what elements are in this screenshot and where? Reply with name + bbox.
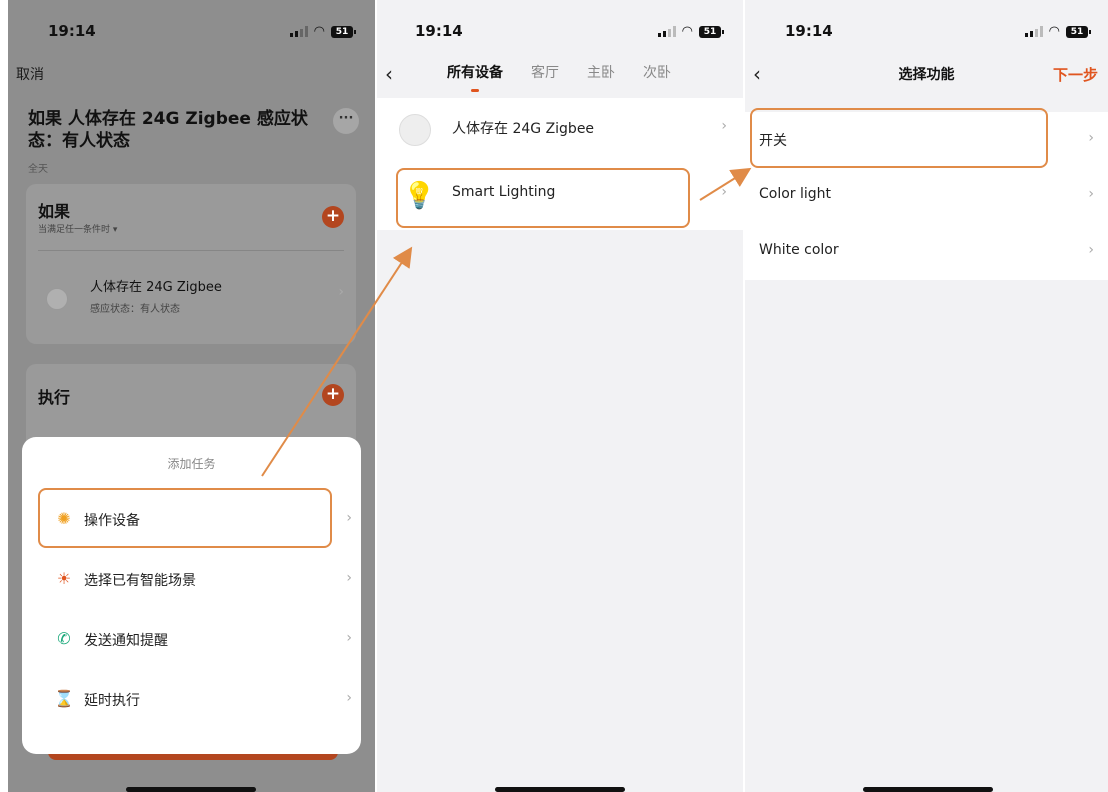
- chevron-right-icon: ›: [1088, 130, 1094, 146]
- chevron-right-icon: ›: [721, 184, 727, 200]
- chevron-right-icon: ›: [338, 284, 344, 300]
- highlight-switch-function: [750, 108, 1048, 168]
- wifi-icon: ◠: [313, 24, 325, 39]
- hourglass-icon: ⌛: [54, 689, 74, 708]
- chevron-right-icon: ›: [346, 690, 352, 706]
- add-condition-button[interactable]: +: [322, 206, 344, 228]
- chevron-right-icon: ›: [346, 630, 352, 646]
- function-row-white-color[interactable]: White color ›: [745, 224, 1108, 280]
- divider: [38, 250, 344, 251]
- screen-add-task: 19:14 ◠ 51 取消 如果 人体存在 24G Zigbee 感应状态：有人…: [8, 0, 375, 792]
- task-send-notification[interactable]: ✆ 发送通知提醒 ›: [40, 611, 352, 667]
- battery-icon: 51: [699, 25, 724, 38]
- status-bar: 19:14 ◠ 51: [745, 0, 1108, 60]
- status-bar: 19:14 ◠ 51: [377, 0, 743, 60]
- signal-icon: [289, 26, 308, 37]
- sunrise-icon: ☀: [56, 569, 72, 588]
- task-select-scene[interactable]: ☀ 选择已有智能场景 ›: [40, 551, 352, 607]
- chevron-right-icon: ›: [1088, 242, 1094, 258]
- tab-all-devices[interactable]: 所有设备: [447, 62, 503, 92]
- screen-select-device: 19:14 ◠ 51 ‹ 所有设备 客厅 主卧 次卧 人体存在 24G Zigb…: [377, 0, 743, 792]
- room-tabs: 所有设备 客厅 主卧 次卧: [447, 62, 671, 92]
- home-indicator: [495, 787, 625, 792]
- more-options-button[interactable]: ···: [333, 108, 359, 134]
- tab-living-room[interactable]: 客厅: [531, 62, 559, 82]
- sensor-icon: [399, 114, 431, 146]
- condition-device-name: 人体存在 24G Zigbee: [90, 280, 222, 295]
- chevron-right-icon: ›: [346, 510, 352, 526]
- battery-icon: 51: [331, 25, 356, 38]
- status-bar: 19:14 ◠ 51: [8, 0, 375, 60]
- highlight-operate-device: [38, 488, 332, 548]
- task-delay-execution[interactable]: ⌛ 延时执行 ›: [40, 671, 352, 727]
- wifi-icon: ◠: [1048, 24, 1060, 39]
- rule-title: 如果 人体存在 24G Zigbee 感应状态：有人状态: [28, 109, 308, 151]
- add-action-button[interactable]: +: [322, 384, 344, 406]
- task-label: 延时执行: [84, 693, 140, 709]
- cancel-button[interactable]: 取消: [16, 64, 44, 84]
- signal-icon: [657, 26, 676, 37]
- status-time: 19:14: [785, 22, 833, 40]
- task-label: 发送通知提醒: [84, 633, 168, 649]
- chevron-right-icon: ›: [1088, 186, 1094, 202]
- status-time: 19:14: [48, 22, 96, 40]
- function-name: White color: [759, 242, 839, 258]
- chevron-right-icon: ›: [346, 570, 352, 586]
- sheet-title: 添加任务: [167, 457, 216, 471]
- status-time: 19:14: [415, 22, 463, 40]
- if-condition-card: 如果 当满足任一条件时 ▾ + 人体存在 24G Zigbee 感应状态：有人状…: [26, 184, 356, 344]
- task-label: 选择已有智能场景: [84, 573, 196, 589]
- highlight-smart-lighting: [396, 168, 690, 228]
- wifi-icon: ◠: [681, 24, 693, 39]
- back-button[interactable]: ‹: [385, 62, 393, 86]
- phone-message-icon: ✆: [57, 629, 71, 648]
- device-name: 人体存在 24G Zigbee: [452, 121, 595, 137]
- chevron-right-icon: ›: [721, 118, 727, 134]
- home-indicator: [126, 787, 256, 792]
- function-row-color-light[interactable]: Color light ›: [745, 168, 1108, 224]
- if-card-title: 如果: [38, 202, 71, 221]
- tab-second-bedroom[interactable]: 次卧: [643, 62, 671, 82]
- condition-state: 感应状态：有人状态: [90, 304, 180, 315]
- sensor-icon: [46, 288, 68, 310]
- next-step-button[interactable]: 下一步: [1053, 64, 1098, 85]
- home-indicator: [863, 787, 993, 792]
- signal-icon: [1024, 26, 1043, 37]
- device-row-presence-sensor[interactable]: 人体存在 24G Zigbee ›: [377, 98, 743, 164]
- exec-card-title: 执行: [38, 388, 71, 407]
- function-name: Color light: [759, 186, 832, 202]
- rule-time-range: 全天: [28, 164, 48, 175]
- tab-master-bedroom[interactable]: 主卧: [587, 62, 615, 82]
- battery-icon: 51: [1066, 25, 1091, 38]
- add-task-sheet: 添加任务 ✺ 操作设备 › ☀ 选择已有智能场景 › ✆ 发送通知提醒 › ⌛ …: [22, 437, 361, 754]
- condition-mode-selector[interactable]: 当满足任一条件时 ▾: [38, 222, 117, 235]
